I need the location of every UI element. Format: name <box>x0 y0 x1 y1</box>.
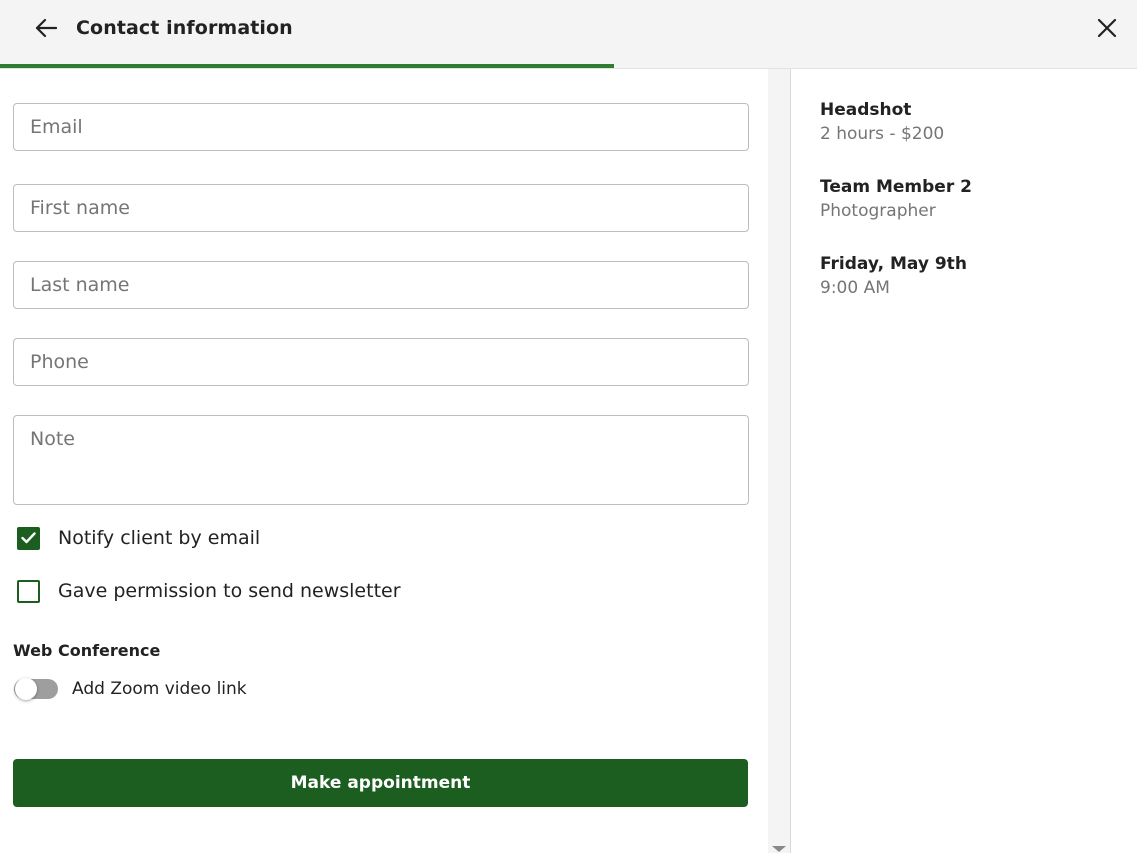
zoom-toggle-label: Add Zoom video link <box>72 679 247 699</box>
progress-fill <box>0 64 615 68</box>
contact-form: Notify client by email Gave permission t… <box>0 69 768 853</box>
datetime-summary: Friday, May 9th 9:00 AM <box>820 252 967 300</box>
scroll-down-arrow-icon[interactable] <box>772 846 786 852</box>
newsletter-checkbox-row[interactable]: Gave permission to send newsletter <box>17 578 401 604</box>
first-name-field-wrapper <box>13 184 749 232</box>
zoom-toggle-row[interactable]: Add Zoom video link <box>14 676 247 702</box>
header-bar: Contact information <box>0 0 1137 69</box>
toggle-knob <box>15 678 37 700</box>
service-summary: Headshot 2 hours - $200 <box>820 98 944 146</box>
email-field[interactable] <box>14 104 748 150</box>
notify-client-checkbox-row[interactable]: Notify client by email <box>17 525 260 551</box>
notify-client-label: Notify client by email <box>58 527 261 549</box>
close-button[interactable] <box>1092 15 1122 45</box>
appointment-summary: Headshot 2 hours - $200 Team Member 2 Ph… <box>792 69 1137 853</box>
checkmark-icon <box>21 529 36 548</box>
staff-summary: Team Member 2 Photographer <box>820 175 972 223</box>
newsletter-checkbox[interactable] <box>17 579 40 603</box>
first-name-field[interactable] <box>14 185 748 231</box>
note-field-wrapper <box>13 415 749 505</box>
staff-name: Team Member 2 <box>820 177 972 197</box>
page-title: Contact information <box>76 17 293 39</box>
service-detail: 2 hours - $200 <box>820 124 945 144</box>
newsletter-label: Gave permission to send newsletter <box>58 580 401 602</box>
back-button[interactable] <box>30 15 62 45</box>
last-name-field-wrapper <box>13 261 749 309</box>
web-conference-heading: Web Conference <box>13 641 161 660</box>
phone-field-wrapper <box>13 338 749 386</box>
staff-role: Photographer <box>820 201 936 221</box>
zoom-toggle[interactable] <box>14 677 58 701</box>
note-field[interactable] <box>14 416 748 504</box>
email-field-wrapper <box>13 103 749 151</box>
make-appointment-button[interactable]: Make appointment <box>13 759 748 807</box>
phone-field[interactable] <box>14 339 748 385</box>
arrow-left-icon <box>35 18 58 42</box>
last-name-field[interactable] <box>14 262 748 308</box>
service-name: Headshot <box>820 100 912 120</box>
appointment-time: 9:00 AM <box>820 278 890 298</box>
scrollbar[interactable] <box>768 69 791 853</box>
notify-client-checkbox[interactable] <box>17 526 40 550</box>
close-icon <box>1097 18 1117 41</box>
appointment-date: Friday, May 9th <box>820 254 967 274</box>
progress-bar <box>0 64 768 68</box>
